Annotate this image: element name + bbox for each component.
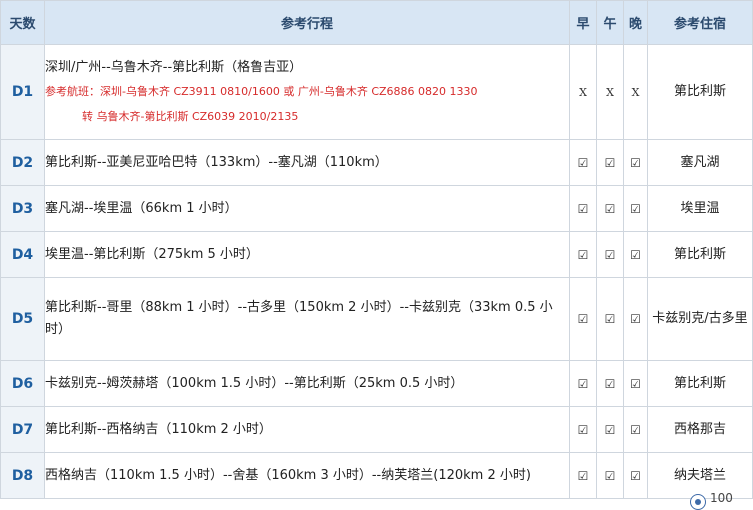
lunch-cell: ☑ — [596, 231, 624, 278]
corner-widget-text: 100 — [710, 491, 733, 505]
table-row: D4 埃里温--第比利斯（275km 5 小时） ☑ ☑ ☑ 第比利斯 — [0, 231, 753, 278]
header-route: 参考行程 — [44, 0, 570, 45]
hotel-cell: 塞凡湖 — [647, 139, 753, 186]
day-label: D2 — [0, 139, 45, 186]
header-row: 天数 参考行程 早 午 晚 参考住宿 — [0, 0, 753, 45]
dinner-cell: ☑ — [623, 139, 648, 186]
day-label: D8 — [0, 452, 45, 499]
route-cell: 卡兹别克--姆茨赫塔（100km 1.5 小时）--第比利斯（25km 0.5 … — [44, 360, 570, 407]
circle-icon[interactable] — [690, 494, 706, 510]
breakfast-cell: X — [569, 44, 597, 140]
lunch-cell: ☑ — [596, 406, 624, 453]
table-row: D5 第比利斯--哥里（88km 1 小时）--古多里（150km 2 小时）-… — [0, 277, 753, 361]
day-label: D6 — [0, 360, 45, 407]
dinner-cell: ☑ — [623, 277, 648, 361]
table-row: D6 卡兹别克--姆茨赫塔（100km 1.5 小时）--第比利斯（25km 0… — [0, 360, 753, 407]
dinner-cell: ☑ — [623, 231, 648, 278]
table-row: D2 第比利斯--亚美尼亚哈巴特（133km）--塞凡湖（110km） ☑ ☑ … — [0, 139, 753, 186]
itinerary-table: 天数 参考行程 早 午 晚 参考住宿 D1 深圳/广州--乌鲁木齐--第比利斯（… — [0, 0, 753, 499]
day-label: D5 — [0, 277, 45, 361]
breakfast-cell: ☑ — [569, 139, 597, 186]
route-cell: 第比利斯--西格纳吉（110km 2 小时） — [44, 406, 570, 453]
breakfast-cell: ☑ — [569, 231, 597, 278]
hotel-cell: 纳夫塔兰 — [647, 452, 753, 499]
hotel-cell: 埃里温 — [647, 185, 753, 232]
flight-info: 参考航班：深圳-乌鲁木齐 CZ3911 0810/1600 或 广州-乌鲁木齐 … — [45, 79, 569, 129]
route-cell: 第比利斯--哥里（88km 1 小时）--古多里（150km 2 小时）--卡兹… — [44, 277, 570, 361]
header-lunch: 午 — [596, 0, 624, 45]
lunch-cell: ☑ — [596, 185, 624, 232]
breakfast-cell: ☑ — [569, 185, 597, 232]
route-cell: 埃里温--第比利斯（275km 5 小时） — [44, 231, 570, 278]
day-label: D1 — [0, 44, 45, 140]
table-row: D1 深圳/广州--乌鲁木齐--第比利斯（格鲁吉亚） 参考航班：深圳-乌鲁木齐 … — [0, 44, 753, 140]
hotel-cell: 第比利斯 — [647, 360, 753, 407]
breakfast-cell: ☑ — [569, 406, 597, 453]
day-label: D3 — [0, 185, 45, 232]
day-label: D7 — [0, 406, 45, 453]
header-breakfast: 早 — [569, 0, 597, 45]
dinner-cell: ☑ — [623, 360, 648, 407]
flight-line-2: 转 乌鲁木齐-第比利斯 CZ6039 2010/2135 — [82, 110, 299, 123]
header-dinner: 晚 — [623, 0, 648, 45]
route-cell: 西格纳吉（110km 1.5 小时）--舍基（160km 3 小时）--纳芙塔兰… — [44, 452, 570, 499]
route-cell: 深圳/广州--乌鲁木齐--第比利斯（格鲁吉亚） 参考航班：深圳-乌鲁木齐 CZ3… — [44, 44, 570, 140]
route-text: 深圳/广州--乌鲁木齐--第比利斯（格鲁吉亚） — [45, 60, 303, 75]
lunch-cell: ☑ — [596, 139, 624, 186]
flight-line-1: 参考航班：深圳-乌鲁木齐 CZ3911 0810/1600 或 广州-乌鲁木齐 … — [45, 85, 478, 98]
table-row: D8 西格纳吉（110km 1.5 小时）--舍基（160km 3 小时）--纳… — [0, 452, 753, 499]
hotel-cell: 西格那吉 — [647, 406, 753, 453]
day-label: D4 — [0, 231, 45, 278]
lunch-cell: X — [596, 44, 624, 140]
header-hotel: 参考住宿 — [647, 0, 753, 45]
dinner-cell: ☑ — [623, 406, 648, 453]
dinner-cell: ☑ — [623, 452, 648, 499]
lunch-cell: ☑ — [596, 277, 624, 361]
table-row: D7 第比利斯--西格纳吉（110km 2 小时） ☑ ☑ ☑ 西格那吉 — [0, 406, 753, 453]
table-row: D3 塞凡湖--埃里温（66km 1 小时） ☑ ☑ ☑ 埃里温 — [0, 185, 753, 232]
breakfast-cell: ☑ — [569, 360, 597, 407]
dinner-cell: ☑ — [623, 185, 648, 232]
route-cell: 塞凡湖--埃里温（66km 1 小时） — [44, 185, 570, 232]
hotel-cell: 第比利斯 — [647, 231, 753, 278]
breakfast-cell: ☑ — [569, 452, 597, 499]
route-cell: 第比利斯--亚美尼亚哈巴特（133km）--塞凡湖（110km） — [44, 139, 570, 186]
lunch-cell: ☑ — [596, 452, 624, 499]
dinner-cell: X — [623, 44, 648, 140]
header-day: 天数 — [0, 0, 45, 45]
lunch-cell: ☑ — [596, 360, 624, 407]
hotel-cell: 第比利斯 — [647, 44, 753, 140]
hotel-cell: 卡兹别克/古多里 — [647, 277, 753, 361]
breakfast-cell: ☑ — [569, 277, 597, 361]
